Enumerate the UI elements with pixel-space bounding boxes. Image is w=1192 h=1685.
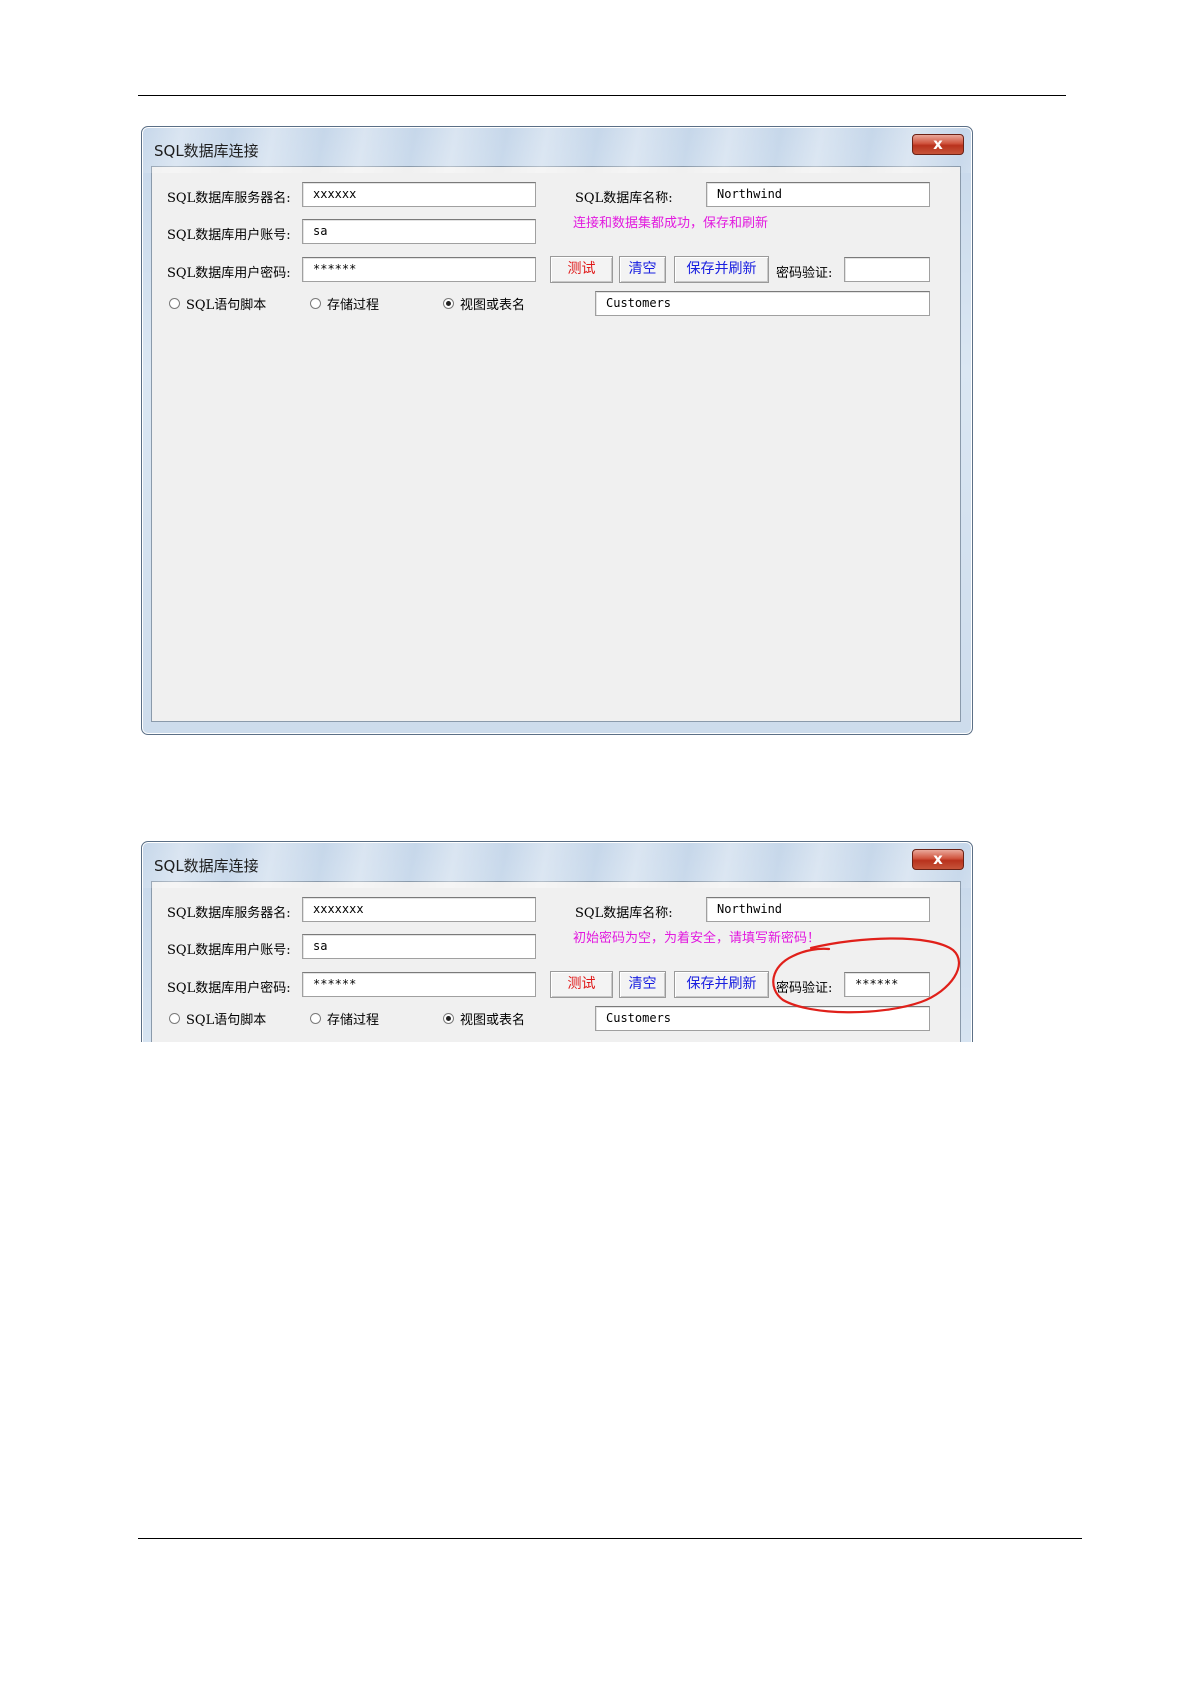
database-name-input[interactable]: Northwind: [706, 182, 930, 207]
user-account-label: SQL数据库用户账号:: [167, 228, 291, 243]
page-header-rule: [138, 95, 1066, 96]
close-button[interactable]: x: [912, 134, 964, 155]
radio-stored-procedure-circle[interactable]: [310, 1012, 321, 1024]
dialog-client-area: SQL数据库服务器名: xxxxxxx SQL数据库名称: Northwind …: [151, 881, 961, 1042]
database-name-label: SQL数据库名称:: [575, 191, 673, 206]
table-name-input[interactable]: Customers: [595, 1006, 930, 1031]
radio-stored-procedure-label: 存储过程: [327, 297, 380, 313]
password-verify-label: 密码验证:: [776, 981, 833, 996]
dialog-window: SQL数据库连接 x SQL数据库服务器名: xxxxxx SQL数据库名称: …: [141, 126, 973, 735]
password-verify-input[interactable]: [844, 257, 930, 282]
database-name-label: SQL数据库名称:: [575, 906, 673, 921]
test-button[interactable]: 测试: [550, 971, 613, 998]
save-refresh-button[interactable]: 保存并刷新: [674, 256, 769, 283]
password-verify-input[interactable]: ******: [844, 972, 930, 997]
user-account-input[interactable]: sa: [302, 934, 536, 959]
database-name-input[interactable]: Northwind: [706, 897, 930, 922]
screenshot-1: SQL数据库连接 x SQL数据库服务器名: xxxxxx SQL数据库名称: …: [141, 126, 973, 735]
user-account-input[interactable]: sa: [302, 219, 536, 244]
radio-sql-script[interactable]: SQL语句脚本: [169, 294, 267, 313]
radio-sql-script-circle[interactable]: [169, 297, 180, 309]
server-name-label: SQL数据库服务器名:: [167, 191, 291, 206]
save-refresh-button[interactable]: 保存并刷新: [674, 971, 769, 998]
user-account-label: SQL数据库用户账号:: [167, 943, 291, 958]
status-message: 初始密码为空，为着安全，请填写新密码！: [573, 931, 821, 946]
clear-button[interactable]: 清空: [619, 971, 666, 998]
password-verify-label: 密码验证:: [776, 266, 833, 281]
radio-view-table[interactable]: 视图或表名: [443, 1009, 526, 1028]
radio-view-table[interactable]: 视图或表名: [443, 294, 526, 313]
radio-view-table-circle[interactable]: [443, 297, 454, 309]
radio-view-table-label: 视图或表名: [460, 297, 526, 313]
radio-stored-procedure[interactable]: 存储过程: [310, 294, 380, 313]
dialog-window: SQL数据库连接 x SQL数据库服务器名: xxxxxxx SQL数据库名称:…: [141, 841, 973, 1042]
dialog-client-area: SQL数据库服务器名: xxxxxx SQL数据库名称: Northwind 连…: [151, 166, 961, 722]
radio-sql-script-label: SQL语句脚本: [186, 1012, 267, 1028]
user-password-label: SQL数据库用户密码:: [167, 981, 291, 996]
clear-button[interactable]: 清空: [619, 256, 666, 283]
server-name-input[interactable]: xxxxxxx: [302, 897, 536, 922]
radio-stored-procedure-circle[interactable]: [310, 297, 321, 309]
test-button[interactable]: 测试: [550, 256, 613, 283]
radio-view-table-label: 视图或表名: [460, 1012, 526, 1028]
server-name-input[interactable]: xxxxxx: [302, 182, 536, 207]
dialog-title: SQL数据库连接: [154, 142, 259, 160]
server-name-label: SQL数据库服务器名:: [167, 906, 291, 921]
radio-sql-script-label: SQL语句脚本: [186, 297, 267, 313]
table-name-input[interactable]: Customers: [595, 291, 930, 316]
radio-sql-script[interactable]: SQL语句脚本: [169, 1009, 267, 1028]
radio-sql-script-circle[interactable]: [169, 1012, 180, 1024]
radio-view-table-circle[interactable]: [443, 1012, 454, 1024]
radio-stored-procedure[interactable]: 存储过程: [310, 1009, 380, 1028]
close-button[interactable]: x: [912, 849, 964, 870]
screenshot-2: SQL数据库连接 x SQL数据库服务器名: xxxxxxx SQL数据库名称:…: [141, 841, 973, 1042]
user-password-input[interactable]: ******: [302, 972, 536, 997]
radio-stored-procedure-label: 存储过程: [327, 1012, 380, 1028]
user-password-label: SQL数据库用户密码:: [167, 266, 291, 281]
status-message: 连接和数据集都成功，保存和刷新: [573, 216, 769, 231]
page-footer-rule: [138, 1538, 1082, 1539]
dialog-title: SQL数据库连接: [154, 857, 259, 875]
user-password-input[interactable]: ******: [302, 257, 536, 282]
